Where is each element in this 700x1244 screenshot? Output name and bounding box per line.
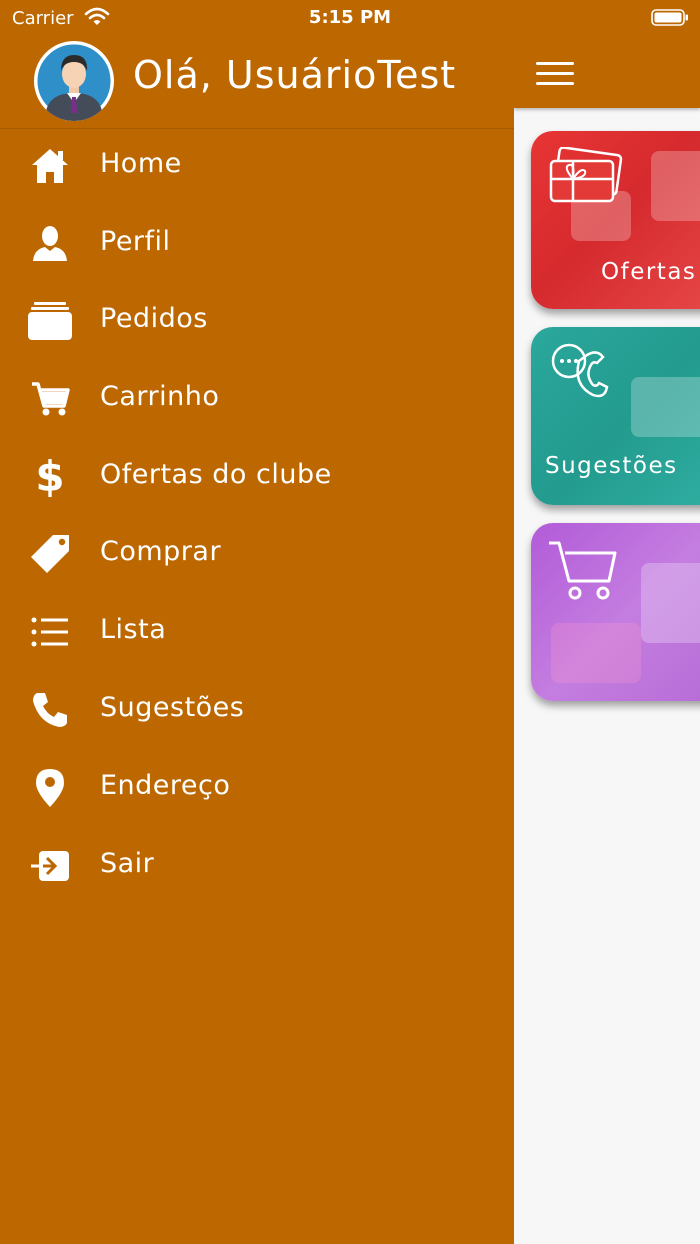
nav-item-sair[interactable]: Sair [0,829,514,903]
ofertas-card[interactable]: Ofertas [531,131,700,309]
nav-item-home[interactable]: Home [0,129,514,203]
phone-icon [28,690,72,730]
nav-item-pedidos[interactable]: Pedidos [0,284,514,358]
nav-item-label: Comprar [100,536,222,567]
tag-icon [28,534,72,574]
user-icon [28,224,72,264]
greeting-title: Olá, UsuárioTest [133,53,457,97]
nav-item-label: Lista [100,614,167,645]
nav-item-label: Sugestões [100,692,245,723]
sugestoes-card[interactable]: Sugestões [531,327,700,505]
list-icon [28,612,72,652]
cart-icon [549,541,617,600]
menu-button[interactable] [534,60,576,88]
nav-item-carrinho[interactable]: Carrinho [0,362,514,436]
nav-item-sugestoes[interactable]: Sugestões [0,673,514,747]
nav-item-label: Ofertas do clube [100,459,332,490]
nav-item-ofertas-do-clube[interactable]: $ Ofertas do clube [0,440,514,514]
orders-icon [28,301,72,341]
nav-item-label: Pedidos [100,303,208,334]
nav-item-perfil[interactable]: Perfil [0,207,514,281]
cart-icon [28,379,72,419]
avatar[interactable] [34,41,114,121]
ofertas-card-label: Ofertas [601,259,697,285]
location-pin-icon [28,768,72,808]
nav-item-label: Home [100,148,182,179]
nav-item-comprar[interactable]: Comprar [0,517,514,591]
nav-item-lista[interactable]: Lista [0,595,514,669]
nav-item-label: Carrinho [100,381,220,412]
navigation-drawer: Carrier 5:15 PM Olá, UsuárioTest Home Pe… [0,0,514,1244]
nav-item-endereco[interactable]: Endereço [0,751,514,825]
nav-item-label: Endereço [100,770,231,801]
status-time: 5:15 PM [308,7,392,28]
home-icon [28,146,72,186]
dollar-icon: $ [35,452,65,501]
chat-phone-icon [551,343,609,398]
user-avatar-icon [34,41,114,121]
sugestoes-card-label: Sugestões [545,453,678,479]
nav-item-label: Sair [100,848,155,879]
gift-card-icon [549,147,623,203]
nav-item-label: Perfil [100,226,171,257]
sign-in-icon [28,846,72,886]
comprar-card[interactable] [531,523,700,701]
